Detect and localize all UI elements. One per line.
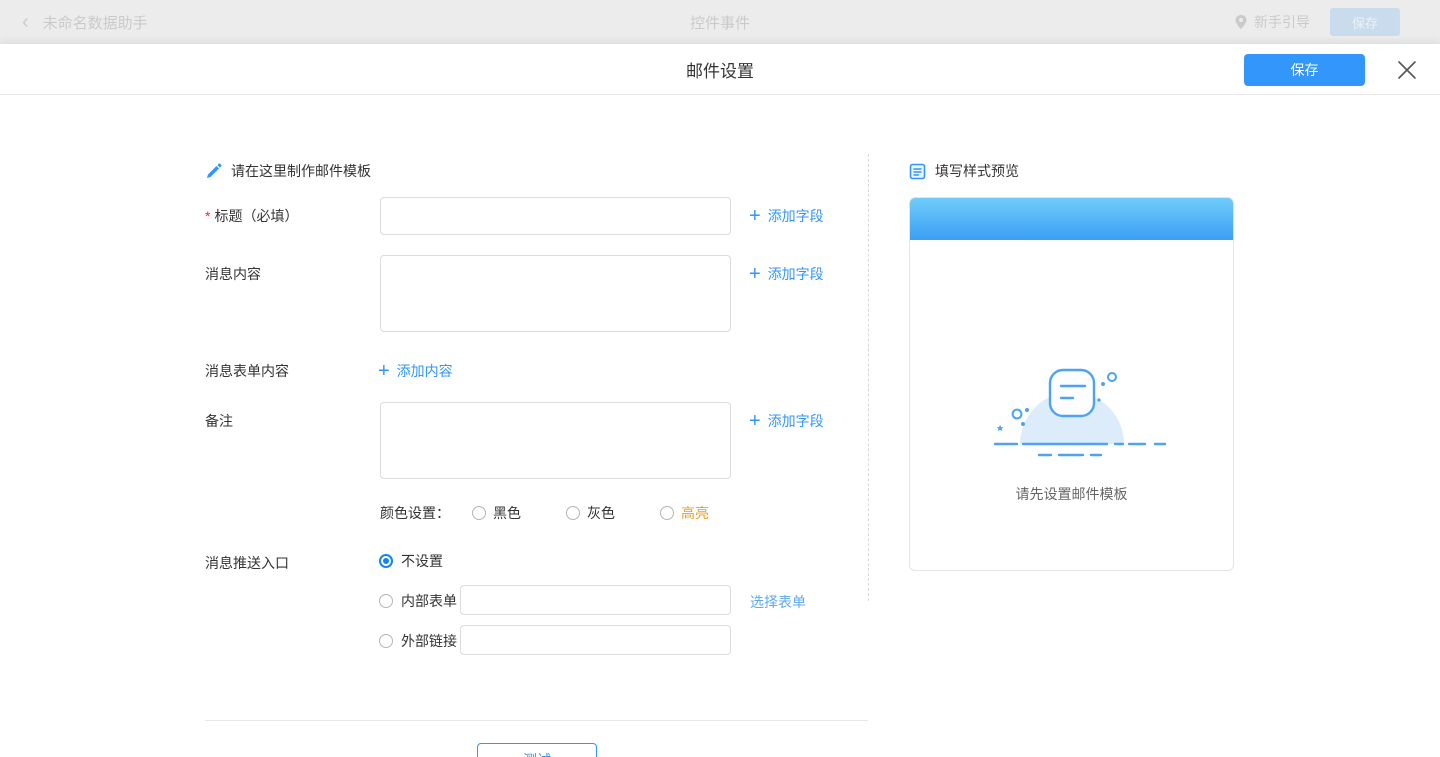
modal-header: 邮件设置 保存 (0, 44, 1440, 95)
radio-button[interactable] (379, 594, 393, 608)
preview-card-body: 请先设置邮件模板 (910, 240, 1233, 571)
radio-label: 灰色 (587, 503, 615, 523)
form-content-field-label: 消息表单内容 (205, 361, 289, 381)
background-topbar: ‹ 未命名数据助手 控件事件 新手引导 保存 (0, 0, 1440, 44)
add-field-button-remark[interactable]: + 添加字段 (749, 411, 824, 431)
title-input[interactable] (380, 197, 731, 235)
external-link-input[interactable] (460, 625, 731, 655)
guide-label: 新手引导 (1254, 12, 1310, 32)
radio-label: 外部链接 (401, 631, 457, 651)
pencil-icon (205, 163, 222, 180)
radio-button[interactable] (379, 634, 393, 648)
plus-icon: + (749, 206, 761, 226)
vertical-divider (868, 154, 869, 601)
add-content-button[interactable]: + 添加内容 (378, 361, 453, 381)
email-template-form: 请在这里制作邮件模板 *标题（必填） + 添加字段 消息内容 + 添加字段 消息… (0, 95, 1440, 757)
close-button[interactable] (1396, 59, 1418, 81)
pin-icon (1234, 14, 1248, 30)
radio-button[interactable] (660, 506, 674, 520)
preview-header: 填写样式预览 (909, 161, 1019, 181)
push-entry-label: 消息推送入口 (205, 553, 289, 573)
radio-option-gray[interactable]: 灰色 (566, 503, 615, 523)
preview-title: 填写样式预览 (935, 161, 1019, 181)
radio-label: 内部表单 (401, 591, 457, 611)
preview-card: 请先设置邮件模板 (909, 197, 1234, 571)
tab-control-events[interactable]: 控件事件 (0, 0, 1440, 44)
required-asterisk: * (205, 208, 210, 224)
topbar-save-button[interactable]: 保存 (1330, 8, 1400, 36)
plus-icon: + (378, 361, 390, 381)
choose-form-link[interactable]: 选择表单 (750, 592, 806, 612)
internal-form-input[interactable] (460, 585, 731, 615)
save-button[interactable]: 保存 (1244, 54, 1365, 86)
page-title: 邮件设置 (0, 44, 1440, 95)
plus-icon: + (749, 411, 761, 431)
radio-label: 黑色 (493, 503, 521, 523)
document-icon (909, 163, 926, 180)
radio-label: 高亮 (681, 503, 709, 523)
remark-textarea[interactable] (380, 402, 731, 479)
add-field-button-content[interactable]: + 添加字段 (749, 264, 824, 284)
intro-text: 请在这里制作邮件模板 (231, 161, 371, 181)
email-settings-modal: 邮件设置 保存 请在这里制作邮件模板 *标题（必填） + 添加字段 消息内容 (0, 44, 1440, 757)
content-field-label: 消息内容 (205, 264, 261, 284)
radio-button[interactable] (472, 506, 486, 520)
guide-link[interactable]: 新手引导 (1234, 12, 1310, 32)
plus-icon: + (749, 264, 761, 284)
form-divider (205, 720, 868, 721)
title-field-label: *标题（必填） (205, 206, 298, 226)
test-button[interactable]: 测试 (477, 743, 597, 757)
radio-option-none[interactable]: 不设置 (379, 551, 443, 571)
radio-button-selected[interactable] (379, 554, 393, 568)
radio-option-highlight[interactable]: 高亮 (660, 503, 709, 523)
preview-placeholder-text: 请先设置邮件模板 (910, 484, 1233, 504)
remark-field-label: 备注 (205, 411, 233, 431)
color-settings-row: 颜色设置： 黑色 灰色 高亮 (380, 503, 754, 523)
message-content-textarea[interactable] (380, 255, 731, 332)
close-icon (1396, 59, 1418, 81)
preview-card-header (910, 198, 1233, 240)
radio-label: 不设置 (401, 551, 443, 571)
radio-option-internal-form[interactable]: 内部表单 (379, 591, 457, 611)
radio-option-black[interactable]: 黑色 (472, 503, 521, 523)
empty-illustration (977, 360, 1167, 465)
add-field-button-title[interactable]: + 添加字段 (749, 206, 824, 226)
color-settings-label: 颜色设置： (380, 503, 450, 523)
intro-row: 请在这里制作邮件模板 (205, 161, 371, 181)
radio-option-external-link[interactable]: 外部链接 (379, 631, 457, 651)
radio-button[interactable] (566, 506, 580, 520)
